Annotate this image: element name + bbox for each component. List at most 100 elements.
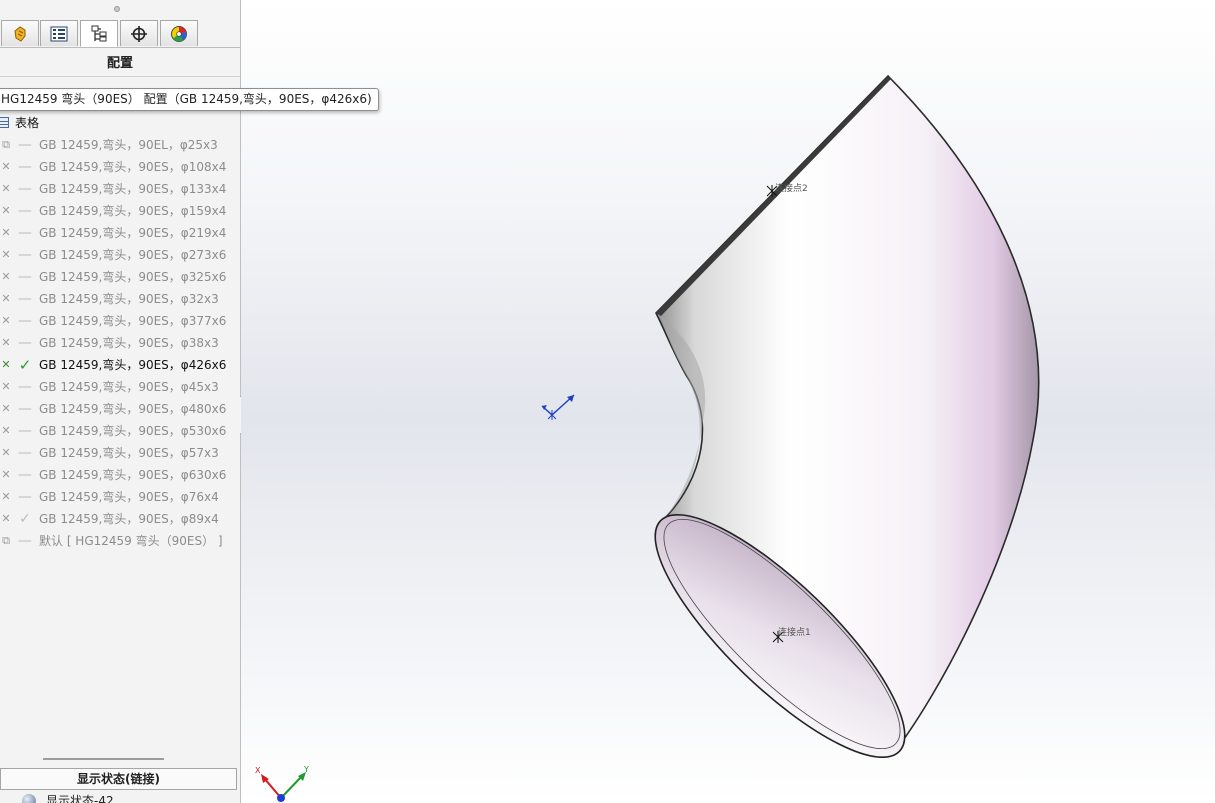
config-x-icon: ✕ bbox=[1, 204, 11, 217]
inactive-dash-icon: — bbox=[18, 335, 32, 351]
inactive-dash-icon: — bbox=[18, 159, 32, 175]
config-x-icon: ✕ bbox=[1, 358, 11, 371]
config-x-icon: ✕ bbox=[1, 380, 11, 393]
configuration-label: GB 12459,弯头，90ES，φ159x4 bbox=[39, 204, 227, 218]
configuration-manager-panel: 配置 表格 ⧉ — GB 12459,弯头，90EL，φ25x3 ✕ — GB 12459… bbox=[0, 0, 241, 803]
tab-property-manager[interactable] bbox=[40, 20, 78, 46]
inactive-dash-icon: — bbox=[18, 423, 32, 439]
active-check-icon: ✓ bbox=[19, 511, 31, 527]
configuration-icon bbox=[91, 25, 107, 41]
panel-title: 配置 bbox=[106, 56, 133, 71]
display-states-header[interactable]: 显示状态(链接) bbox=[0, 768, 237, 790]
configuration-item[interactable]: ✕ — GB 12459,弯头，90ES，φ76x4 bbox=[0, 486, 240, 508]
configuration-item[interactable]: ⧉ — 默认 [ HG12459 弯头（90ES） ] bbox=[0, 530, 240, 552]
pipe-elbow-model[interactable]: 连接点2 连接点1 bbox=[624, 74, 1040, 789]
configuration-item[interactable]: ✕ — GB 12459,弯头，90ES，φ32x3 bbox=[0, 288, 240, 310]
inactive-dash-icon: — bbox=[18, 291, 32, 307]
reference-triad-icon: X Y bbox=[255, 765, 309, 802]
inactive-dash-icon: — bbox=[18, 489, 32, 505]
configuration-item[interactable]: ✕ ✓ GB 12459,弯头，90ES，φ89x4 bbox=[0, 508, 240, 530]
config-default-icon: ⧉ bbox=[2, 534, 10, 547]
triad-x-label: X bbox=[255, 766, 261, 775]
config-x-icon: ✕ bbox=[1, 182, 11, 195]
connection-point-2-label: 连接点2 bbox=[775, 182, 808, 194]
configuration-item[interactable]: ✕ — GB 12459,弯头，90ES，φ45x3 bbox=[0, 376, 240, 398]
color-wheel-icon bbox=[171, 25, 187, 42]
config-x-icon: ✕ bbox=[1, 468, 11, 481]
inactive-dash-icon: — bbox=[18, 181, 32, 197]
config-x-icon: ✕ bbox=[1, 446, 11, 459]
inactive-dash-icon: — bbox=[18, 401, 32, 417]
crosshair-icon bbox=[131, 25, 147, 42]
inactive-dash-icon: — bbox=[18, 445, 32, 461]
configuration-label: 默认 [ HG12459 弯头（90ES） ] bbox=[39, 534, 223, 548]
configuration-item[interactable]: ⧉ — GB 12459,弯头，90EL，φ25x3 bbox=[0, 134, 240, 156]
config-x-icon: ✕ bbox=[1, 292, 11, 305]
connection-point-1-label: 连接点1 bbox=[778, 626, 811, 638]
configuration-label: GB 12459,弯头，90ES，φ45x3 bbox=[39, 380, 219, 394]
configuration-label: GB 12459,弯头，90EL，φ25x3 bbox=[39, 138, 218, 152]
configuration-label: GB 12459,弯头，90ES，φ426x6 bbox=[39, 358, 227, 372]
config-x-icon: ✕ bbox=[1, 336, 11, 349]
inactive-dash-icon: — bbox=[18, 467, 32, 483]
graphics-viewport[interactable]: 连接点2 连接点1 X Y bbox=[241, 0, 1215, 803]
config-x-icon: ✕ bbox=[1, 424, 11, 437]
tab-feature-manager[interactable] bbox=[1, 20, 39, 46]
config-x-icon: ✕ bbox=[1, 512, 11, 525]
config-x-icon: ✕ bbox=[1, 248, 11, 261]
inactive-dash-icon: — bbox=[18, 137, 32, 153]
configuration-item[interactable]: ✕ — GB 12459,弯头，90ES，φ377x6 bbox=[0, 310, 240, 332]
configuration-label: GB 12459,弯头，90ES，φ32x3 bbox=[39, 292, 219, 306]
configuration-item[interactable]: ✕ — GB 12459,弯头，90ES，φ530x6 bbox=[0, 420, 240, 442]
configuration-label: GB 12459,弯头，90ES，φ377x6 bbox=[39, 314, 227, 328]
configuration-label: GB 12459,弯头，90ES，φ325x6 bbox=[39, 270, 227, 284]
tree-table-label: 表格 bbox=[15, 116, 40, 130]
configuration-label: GB 12459,弯头，90ES，φ219x4 bbox=[39, 226, 227, 240]
divider bbox=[0, 76, 240, 77]
pane-splitter[interactable] bbox=[43, 758, 164, 760]
configuration-item[interactable]: ✕ — GB 12459,弯头，90ES，φ133x4 bbox=[0, 178, 240, 200]
property-list-icon bbox=[50, 26, 68, 41]
configuration-label: GB 12459,弯头，90ES，φ630x6 bbox=[39, 468, 227, 482]
configuration-item[interactable]: ✕ — GB 12459,弯头，90ES，φ480x6 bbox=[0, 398, 240, 420]
inactive-dash-icon: — bbox=[18, 269, 32, 285]
tab-dimxpert-manager[interactable] bbox=[120, 20, 158, 46]
configuration-item[interactable]: ✕ — GB 12459,弯头，90ES，φ159x4 bbox=[0, 200, 240, 222]
configuration-item[interactable]: ✕ ✓ GB 12459,弯头，90ES，φ426x6 bbox=[0, 354, 240, 376]
configuration-item[interactable]: ✕ — GB 12459,弯头，90ES，φ57x3 bbox=[0, 442, 240, 464]
configuration-item[interactable]: ✕ — GB 12459,弯头，90ES，φ38x3 bbox=[0, 332, 240, 354]
active-check-icon: ✓ bbox=[18, 356, 32, 374]
inactive-dash-icon: — bbox=[18, 533, 32, 549]
panel-grip-handle[interactable] bbox=[114, 6, 120, 12]
configuration-item[interactable]: ✕ — GB 12459,弯头，90ES，φ108x4 bbox=[0, 156, 240, 178]
configuration-label: GB 12459,弯头，90ES，φ89x4 bbox=[39, 512, 219, 526]
configuration-item[interactable]: ✕ — GB 12459,弯头，90ES，φ273x6 bbox=[0, 244, 240, 266]
configuration-tooltip: HG12459 弯头（90ES） 配置（GB 12459,弯头，90ES，φ42… bbox=[0, 88, 379, 111]
configuration-label: GB 12459,弯头，90ES，φ57x3 bbox=[39, 446, 219, 460]
configuration-item[interactable]: ✕ — GB 12459,弯头，90ES，φ630x6 bbox=[0, 464, 240, 486]
manager-tab-bar bbox=[0, 20, 240, 48]
origin-icon bbox=[541, 394, 575, 420]
display-state-label: 显示状态-42 bbox=[46, 794, 114, 803]
tab-configuration-manager[interactable] bbox=[80, 20, 118, 47]
config-default-icon: ⧉ bbox=[2, 138, 10, 151]
hand-feature-icon bbox=[14, 25, 26, 42]
configuration-label: GB 12459,弯头，90ES，φ480x6 bbox=[39, 402, 227, 416]
config-x-icon: ✕ bbox=[1, 402, 11, 415]
config-x-icon: ✕ bbox=[1, 314, 11, 327]
inactive-dash-icon: — bbox=[18, 203, 32, 219]
configuration-label: GB 12459,弯头，90ES，φ133x4 bbox=[39, 182, 227, 196]
configuration-item[interactable]: ✕ — GB 12459,弯头，90ES，φ325x6 bbox=[0, 266, 240, 288]
configuration-label: GB 12459,弯头，90ES，φ530x6 bbox=[39, 424, 227, 438]
configuration-label: GB 12459,弯头，90ES，φ273x6 bbox=[39, 248, 227, 262]
configuration-label: GB 12459,弯头，90ES，φ76x4 bbox=[39, 490, 219, 504]
config-x-icon: ✕ bbox=[1, 226, 11, 239]
inactive-dash-icon: — bbox=[18, 225, 32, 241]
configuration-tree: 表格 ⧉ — GB 12459,弯头，90EL，φ25x3 ✕ — GB 12459,弯头… bbox=[0, 112, 240, 552]
tab-display-manager[interactable] bbox=[160, 20, 198, 46]
config-x-icon: ✕ bbox=[1, 490, 11, 503]
configuration-item[interactable]: ✕ — GB 12459,弯头，90ES，φ219x4 bbox=[0, 222, 240, 244]
tree-table-node[interactable]: 表格 bbox=[0, 112, 240, 134]
configuration-label: GB 12459,弯头，90ES，φ38x3 bbox=[39, 336, 219, 350]
configuration-label: GB 12459,弯头，90ES，φ108x4 bbox=[39, 160, 227, 174]
